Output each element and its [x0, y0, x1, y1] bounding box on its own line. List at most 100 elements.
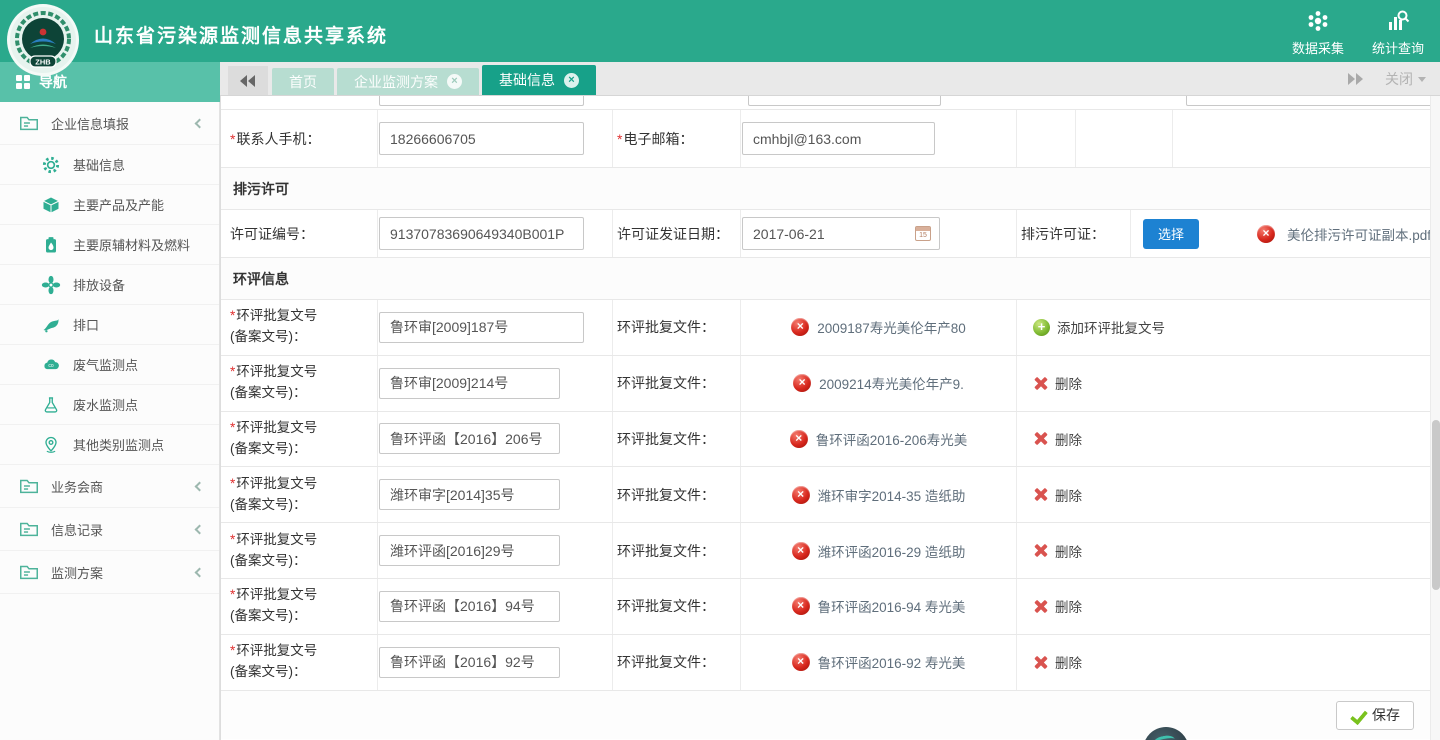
- required-asterisk: *: [230, 420, 235, 435]
- eia-doc-no-label: *环评批复文号 (备案文号)：: [226, 635, 378, 690]
- eia-file-link[interactable]: 2009214寿光美伦年产9.: [819, 373, 964, 393]
- email-input[interactable]: [742, 122, 935, 155]
- delete-icon[interactable]: [1033, 376, 1048, 391]
- delete-icon[interactable]: [1033, 431, 1048, 446]
- remove-file-icon[interactable]: ×: [790, 430, 808, 448]
- remove-file-icon[interactable]: ×: [1257, 225, 1275, 243]
- tab-enterprise-monitoring-plan[interactable]: 企业监测方案 ×: [337, 68, 479, 95]
- tabs-scroll-left-button[interactable]: [228, 66, 268, 95]
- app-header: 山东省污染源监测信息共享系统 数据采集: [0, 0, 1440, 62]
- sidebar-item-raw-materials-fuel[interactable]: 主要原辅材料及燃料: [0, 225, 219, 265]
- eia-section-title: 环评信息: [221, 258, 1440, 300]
- license-no-input[interactable]: [379, 217, 584, 250]
- eia-doc-no-input[interactable]: [379, 368, 560, 399]
- save-button-label: 保存: [1372, 705, 1400, 725]
- tab-bar: 首页 企业监测方案 × 基础信息 × 关闭: [220, 62, 1440, 96]
- delete-eia-row-link[interactable]: 删除: [1055, 541, 1082, 561]
- required-asterisk: *: [230, 364, 235, 379]
- gas-cloud-icon: co: [40, 354, 62, 376]
- eia-doc-no-input[interactable]: [379, 535, 560, 566]
- sidebar-item-main-products[interactable]: 主要产品及产能: [0, 185, 219, 225]
- delete-eia-row-link[interactable]: 删除: [1055, 373, 1082, 393]
- save-button[interactable]: 保存: [1336, 701, 1414, 730]
- add-eia-doc-link[interactable]: 添加环评批复文号: [1057, 317, 1165, 337]
- tab-home[interactable]: 首页: [272, 68, 334, 95]
- sidebar-item-waste-water-points[interactable]: 废水监测点: [0, 385, 219, 425]
- remove-file-icon[interactable]: ×: [793, 374, 811, 392]
- location-pin-icon: [40, 434, 62, 456]
- calendar-icon[interactable]: [915, 226, 931, 241]
- choose-file-button[interactable]: 选择: [1143, 219, 1199, 249]
- eia-file-label: 环评批复文件：: [613, 579, 741, 634]
- sidebar-item-basic-info[interactable]: 基础信息: [0, 145, 219, 185]
- sidebar-group-enterprise-info[interactable]: 企业信息填报: [0, 102, 219, 145]
- eia-doc-no-input[interactable]: [379, 479, 560, 510]
- tab-basic-info[interactable]: 基础信息 ×: [482, 65, 596, 95]
- eia-file-label: 环评批复文件：: [613, 412, 741, 467]
- sidebar-group-label: 企业信息填报: [51, 114, 129, 133]
- sidebar-group-monitoring-plan[interactable]: 监测方案: [0, 551, 219, 594]
- chevron-left-icon: [195, 118, 205, 128]
- close-tab-icon[interactable]: ×: [564, 73, 579, 88]
- scrollbar-thumb[interactable]: [1432, 420, 1440, 590]
- remove-file-icon[interactable]: ×: [792, 486, 810, 504]
- delete-icon[interactable]: [1033, 599, 1048, 614]
- data-collection-button[interactable]: 数据采集: [1292, 7, 1344, 57]
- chevron-left-icon: [195, 567, 205, 577]
- statistics-query-button[interactable]: 统计查询: [1372, 7, 1424, 57]
- remove-file-icon[interactable]: ×: [792, 597, 810, 615]
- eia-file-link[interactable]: 2009187寿光美伦年产80: [817, 317, 966, 337]
- delete-icon[interactable]: [1033, 543, 1048, 558]
- delete-icon[interactable]: [1033, 487, 1048, 502]
- statistics-query-label: 统计查询: [1372, 41, 1424, 56]
- stats-search-icon: [1372, 7, 1424, 35]
- eia-file-link[interactable]: 潍环审字2014-35 造纸助: [818, 485, 966, 505]
- eia-file-label: 环评批复文件：: [613, 300, 741, 355]
- eia-doc-no-input[interactable]: [379, 312, 584, 343]
- double-left-arrow-icon: [240, 75, 256, 87]
- delete-eia-row-link[interactable]: 删除: [1055, 596, 1082, 616]
- permit-file-link[interactable]: 美伦排污许可证副本.pdf: [1287, 224, 1431, 244]
- delete-eia-row-link[interactable]: 删除: [1055, 652, 1082, 672]
- permit-row: 许可证编号： 许可证发证日期： 2017-06-21 排污许可证： 选择 × 美…: [221, 210, 1440, 258]
- outlet-icon: [40, 314, 62, 336]
- double-right-arrow-icon[interactable]: [1347, 73, 1363, 85]
- sidebar-group-business-consultation[interactable]: 业务会商: [0, 465, 219, 508]
- remove-file-icon[interactable]: ×: [791, 318, 809, 336]
- sidebar-item-label: 主要产品及产能: [73, 195, 164, 214]
- add-icon[interactable]: +: [1033, 319, 1050, 336]
- eia-doc-no-input[interactable]: [379, 647, 560, 678]
- sidebar-item-waste-gas-points[interactable]: co 废气监测点: [0, 345, 219, 385]
- sidebar-item-emission-equipment[interactable]: 排放设备: [0, 265, 219, 305]
- delete-eia-row-link[interactable]: 删除: [1055, 485, 1082, 505]
- vertical-scrollbar[interactable]: [1430, 96, 1440, 740]
- svg-text:co: co: [48, 363, 54, 369]
- close-tab-icon[interactable]: ×: [447, 74, 462, 89]
- sidebar-group-info-records[interactable]: 信息记录: [0, 508, 219, 551]
- sidebar-item-label: 排放设备: [73, 275, 125, 294]
- data-collection-label: 数据采集: [1292, 41, 1344, 56]
- sidebar-item-other-monitoring-points[interactable]: 其他类别监测点: [0, 425, 219, 465]
- close-menu-button[interactable]: 关闭: [1385, 69, 1426, 89]
- delete-eia-row-link[interactable]: 删除: [1055, 429, 1082, 449]
- eia-doc-no-label: *环评批复文号 (备案文号)：: [226, 412, 378, 467]
- eia-file-link[interactable]: 鲁环评函2016-94 寿光美: [818, 596, 966, 616]
- eia-file-label: 环评批复文件：: [613, 523, 741, 578]
- issue-date-input[interactable]: 2017-06-21: [742, 217, 940, 250]
- eia-doc-no-input[interactable]: [379, 591, 560, 622]
- eia-doc-no-label: *环评批复文号 (备案文号)：: [226, 579, 378, 634]
- chevron-left-icon: [195, 481, 205, 491]
- delete-icon[interactable]: [1033, 655, 1048, 670]
- eia-doc-no-input[interactable]: [379, 423, 560, 454]
- sidebar-item-outlet[interactable]: 排口: [0, 305, 219, 345]
- phone-input[interactable]: [379, 122, 584, 155]
- remove-file-icon[interactable]: ×: [792, 542, 810, 560]
- eia-file-link[interactable]: 潍环评函2016-29 造纸助: [818, 541, 966, 561]
- remove-file-icon[interactable]: ×: [792, 653, 810, 671]
- gear-icon: [40, 154, 62, 176]
- cube-icon: [40, 194, 62, 216]
- eia-file-link[interactable]: 鲁环评函2016-92 寿光美: [818, 652, 966, 672]
- eia-doc-no-label: *环评批复文号 (备案文号)：: [226, 300, 378, 355]
- license-no-label: 许可证编号：: [226, 210, 378, 257]
- eia-file-link[interactable]: 鲁环评函2016-206寿光美: [816, 429, 968, 449]
